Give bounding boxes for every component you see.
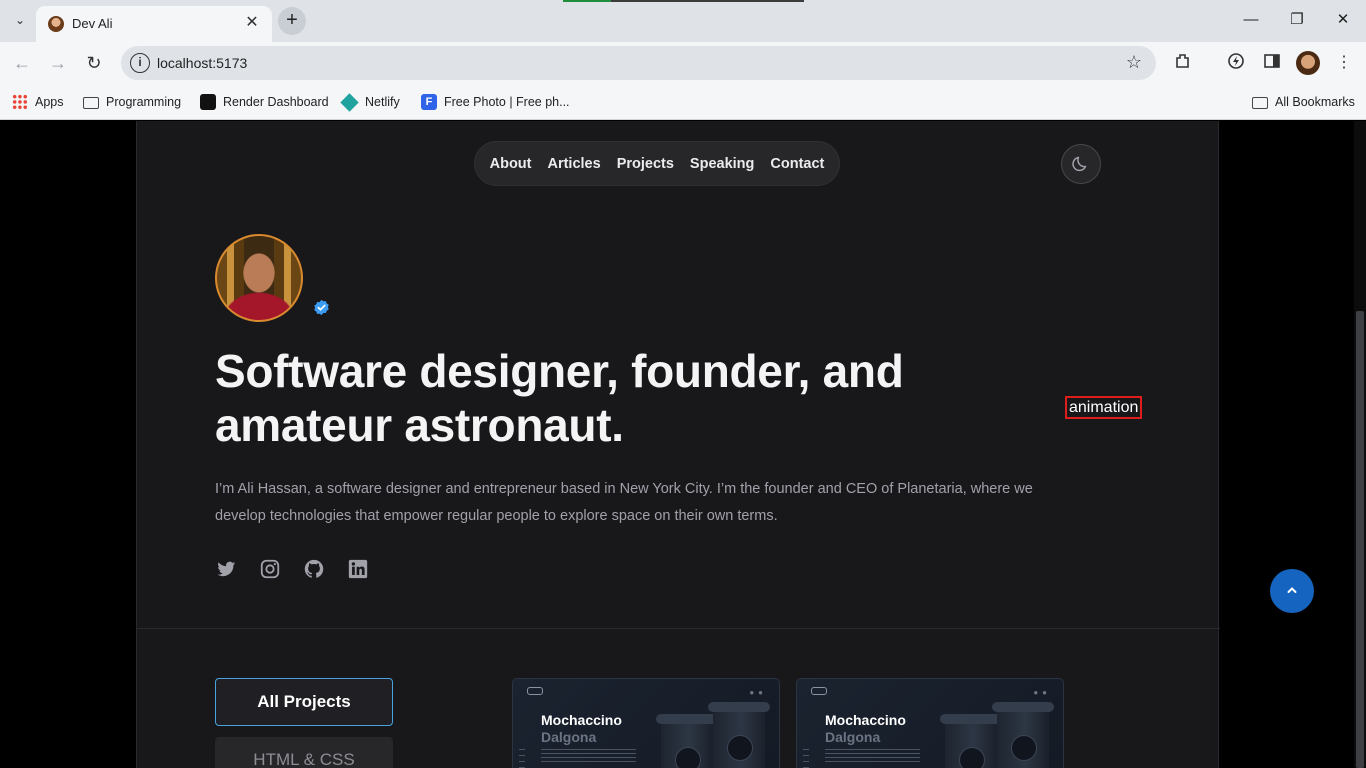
- minimize-button[interactable]: —: [1236, 8, 1266, 32]
- verified-badge-icon: [314, 299, 329, 316]
- render-icon: [200, 94, 216, 110]
- bookmarks-bar: Apps Programming Render Dashboard Netlif…: [0, 84, 1366, 120]
- browser-tab[interactable]: Dev Ali ✕: [36, 6, 272, 42]
- coffee-cup-image: [992, 702, 1054, 768]
- page-container: About Articles Projects Speaking Contact…: [136, 121, 1220, 768]
- filter-html-css[interactable]: HTML & CSS: [215, 737, 393, 768]
- project-title-line1: Mochaccino: [825, 712, 906, 728]
- restore-button[interactable]: ❐: [1282, 8, 1312, 32]
- hero-headline: Software designer, founder, and amateur …: [215, 345, 904, 451]
- instagram-icon[interactable]: [259, 558, 281, 580]
- project-card[interactable]: ●● Mochaccino Dalgona: [512, 678, 780, 768]
- card-menu-icon: ●●: [1033, 688, 1051, 697]
- scroll-to-top-button[interactable]: [1270, 569, 1314, 613]
- apps-grid-icon: [12, 94, 28, 110]
- filter-all-projects[interactable]: All Projects: [215, 678, 393, 726]
- tab-close-icon[interactable]: ✕: [242, 13, 262, 33]
- coffee-cup-image: [940, 714, 1002, 768]
- main-nav: About Articles Projects Speaking Contact: [474, 141, 840, 186]
- project-title-line2: Dalgona: [541, 729, 597, 745]
- moon-icon: [1072, 156, 1087, 172]
- folder-icon: [1252, 97, 1268, 109]
- browser-titlebar: ⌄ Dev Ali ✕ + — ❐ ✕: [0, 0, 1366, 42]
- linkedin-icon[interactable]: [347, 558, 369, 580]
- card-description-lines: [541, 749, 636, 763]
- coffee-cup-image: [708, 702, 770, 768]
- coffee-cup-image: [656, 714, 718, 768]
- nav-projects[interactable]: Projects: [617, 156, 674, 172]
- profile-avatar[interactable]: [1296, 51, 1320, 75]
- side-panel-icon[interactable]: [1261, 52, 1283, 74]
- reload-button[interactable]: ↻: [82, 51, 106, 75]
- folder-icon: [83, 97, 99, 109]
- tab-favicon-icon: [48, 16, 64, 32]
- hero-bio: I’m Ali Hassan, a software designer and …: [215, 481, 1033, 524]
- freepik-icon: F: [421, 94, 437, 110]
- new-tab-button[interactable]: +: [278, 7, 306, 35]
- project-card[interactable]: ●● Mochaccino Dalgona: [796, 678, 1064, 768]
- extensions-icon[interactable]: [1172, 52, 1194, 74]
- github-icon[interactable]: [303, 558, 325, 580]
- tab-title: Dev Ali: [72, 16, 113, 31]
- chevron-up-icon: [1287, 586, 1297, 593]
- theme-toggle-button[interactable]: [1061, 144, 1101, 184]
- twitter-icon[interactable]: [215, 558, 237, 580]
- nav-about[interactable]: About: [490, 156, 532, 172]
- bookmark-programming[interactable]: Programming: [83, 92, 181, 112]
- forward-button[interactable]: →: [46, 51, 70, 75]
- card-menu-icon: ●●: [749, 688, 767, 697]
- netlify-icon: [340, 92, 359, 112]
- card-side-lines: [803, 749, 809, 768]
- back-button[interactable]: ←: [10, 51, 34, 75]
- close-window-button[interactable]: ✕: [1328, 8, 1358, 32]
- animation-label: animation: [1065, 396, 1143, 419]
- bookmark-render-dashboard[interactable]: Render Dashboard: [200, 92, 329, 112]
- page-viewport: About Articles Projects Speaking Contact…: [0, 121, 1366, 768]
- all-bookmarks[interactable]: All Bookmarks: [1252, 92, 1355, 112]
- section-divider: [137, 628, 1220, 629]
- site-info-icon[interactable]: i: [130, 53, 150, 73]
- social-links: [215, 558, 369, 580]
- bookmark-apps[interactable]: Apps: [12, 92, 64, 112]
- nav-speaking[interactable]: Speaking: [690, 156, 754, 172]
- project-title-line1: Mochaccino: [541, 712, 622, 728]
- bookmark-netlify[interactable]: Netlify: [340, 92, 400, 112]
- performance-icon[interactable]: [1225, 52, 1247, 74]
- page-scrollbar[interactable]: [1354, 121, 1366, 768]
- bookmark-free-photo[interactable]: F Free Photo | Free ph...: [421, 92, 570, 112]
- nav-contact[interactable]: Contact: [770, 156, 824, 172]
- card-logo-icon: [527, 687, 543, 695]
- browser-toolbar: ← → ↻ i localhost:5173 ☆ ⋮: [0, 42, 1366, 84]
- card-description-lines: [825, 749, 920, 763]
- bookmark-star-icon[interactable]: ☆: [1126, 52, 1142, 73]
- loading-indicator: [563, 0, 804, 2]
- url-text[interactable]: localhost:5173: [157, 55, 247, 71]
- nav-articles[interactable]: Articles: [547, 156, 600, 172]
- card-logo-icon: [811, 687, 827, 695]
- browser-menu-icon[interactable]: ⋮: [1333, 52, 1355, 74]
- card-side-lines: [519, 749, 525, 768]
- tab-search-button[interactable]: ⌄: [8, 8, 32, 32]
- project-title-line2: Dalgona: [825, 729, 881, 745]
- address-bar[interactable]: i localhost:5173 ☆: [121, 46, 1156, 80]
- profile-avatar-photo: [215, 234, 303, 322]
